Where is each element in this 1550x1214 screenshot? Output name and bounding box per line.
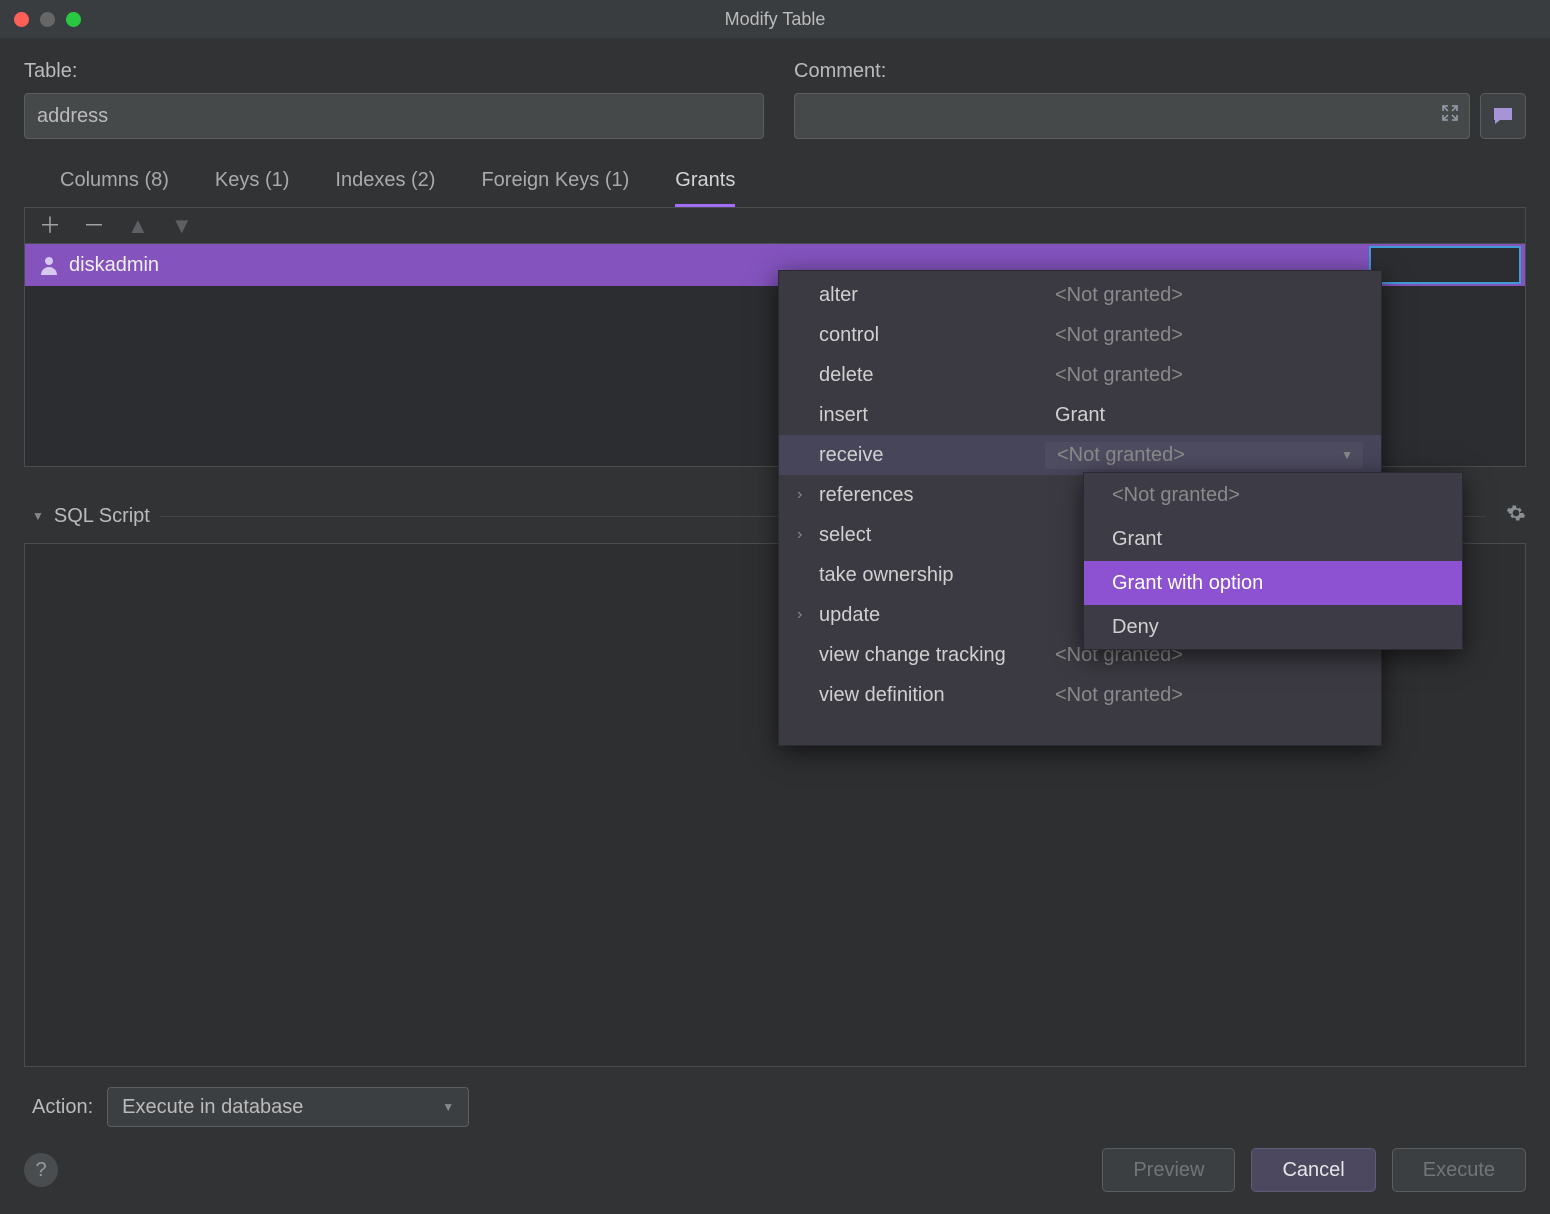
perm-name: receive [819,444,1055,467]
action-select[interactable]: Execute in database ▼ [107,1087,469,1127]
add-icon[interactable]: ＋ [39,215,61,237]
perm-status-value: <Not granted> [1057,444,1185,467]
preview-button[interactable]: Preview [1102,1148,1235,1192]
perm-row-delete[interactable]: delete <Not granted> [779,355,1381,395]
perm-name: alter [819,284,1055,307]
perm-name: control [819,324,1055,347]
cancel-button[interactable]: Cancel [1251,1148,1375,1192]
perm-status[interactable]: <Not granted> [1055,284,1363,307]
bottom-button-row: ? Preview Cancel Execute [24,1148,1526,1192]
dropdown-option-not-granted[interactable]: <Not granted> [1084,473,1462,517]
dropdown-option-grant[interactable]: Grant [1084,517,1462,561]
comment-field-group: Comment: [794,60,1526,139]
perm-status[interactable]: <Not granted> [1055,684,1363,707]
user-icon [39,255,59,275]
perm-row-insert[interactable]: insert Grant [779,395,1381,435]
perm-row-view-definition[interactable]: view definition <Not granted> [779,675,1381,715]
expand-icon[interactable] [1441,104,1459,128]
collapse-icon[interactable]: ▼ [32,509,44,523]
sql-script-label: SQL Script [54,505,150,528]
grants-toolbar: ＋ － ▲ ▼ [24,207,1526,243]
comment-label: Comment: [794,60,1526,83]
chevron-down-icon: ▼ [442,1100,454,1114]
perm-name: delete [819,364,1055,387]
tab-indexes[interactable]: Indexes (2) [335,169,435,207]
grant-permissions-popup: alter <Not granted> control <Not granted… [778,270,1382,746]
move-down-icon[interactable]: ▼ [171,215,193,237]
perm-row-control[interactable]: control <Not granted> [779,315,1381,355]
comment-input[interactable] [794,93,1470,139]
table-name-input[interactable]: address [24,93,764,139]
action-row: Action: Execute in database ▼ [0,1067,1550,1127]
expand-arrow[interactable]: › [797,606,819,624]
title-bar: Modify Table [0,0,1550,38]
tab-grants[interactable]: Grants [675,169,735,207]
perm-name: select [819,524,1055,547]
perm-name: update [819,604,1055,627]
window-title: Modify Table [0,9,1550,30]
tab-keys[interactable]: Keys (1) [215,169,289,207]
perm-row-receive[interactable]: receive <Not granted> ▼ [779,435,1381,475]
perm-name: references [819,484,1055,507]
form-area: Table: address Comment: [0,38,1550,147]
remove-icon[interactable]: － [83,215,105,237]
perm-row-alter[interactable]: alter <Not granted> [779,275,1381,315]
perm-name: insert [819,404,1055,427]
grantee-name: diskadmin [69,254,159,277]
execute-button[interactable]: Execute [1392,1148,1526,1192]
tab-bar: Columns (8) Keys (1) Indexes (2) Foreign… [0,147,1550,207]
perm-status[interactable]: <Not granted> [1055,324,1363,347]
expand-arrow[interactable]: › [797,486,819,504]
grant-status-dropdown: <Not granted> Grant Grant with option De… [1083,472,1463,650]
table-name-value: address [37,105,108,128]
perm-name: take ownership [819,564,1055,587]
perm-status-select[interactable]: <Not granted> ▼ [1045,442,1363,469]
tab-foreign-keys[interactable]: Foreign Keys (1) [481,169,629,207]
help-button[interactable]: ? [24,1153,58,1187]
perm-name: view definition [819,684,1055,707]
action-selected-value: Execute in database [122,1096,303,1119]
dropdown-option-deny[interactable]: Deny [1084,605,1462,649]
action-label: Action: [32,1096,93,1119]
move-up-icon[interactable]: ▲ [127,215,149,237]
chevron-down-icon: ▼ [1341,448,1353,462]
perm-status[interactable]: Grant [1055,404,1363,427]
perm-status[interactable]: <Not granted> [1055,364,1363,387]
table-field-group: Table: address [24,60,764,139]
expand-arrow[interactable]: › [797,526,819,544]
gear-icon[interactable] [1506,503,1526,529]
tab-columns[interactable]: Columns (8) [60,169,169,207]
table-label: Table: [24,60,764,83]
perm-name: view change tracking [819,644,1055,667]
dropdown-option-grant-with-option[interactable]: Grant with option [1084,561,1462,605]
grantee-edit-cell[interactable] [1369,246,1521,284]
comment-dialog-button[interactable] [1480,93,1526,139]
